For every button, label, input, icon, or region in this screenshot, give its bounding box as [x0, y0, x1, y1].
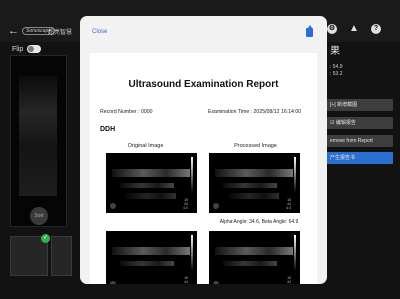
report-document[interactable]: Ultrasound Examination Report Record Num… — [90, 53, 317, 284]
flip-label: Flip — [12, 45, 24, 53]
processed-image: 154464 — [209, 231, 300, 284]
thumbnail-item[interactable]: ✓ — [10, 234, 51, 276]
angle-measurement: Alpha Angle: 34.6, Beta Angle: 64.9 — [219, 219, 299, 225]
result-heading: 果 — [330, 46, 340, 57]
flip-toggle[interactable] — [27, 45, 42, 53]
result-value-beta: : 53.2 — [330, 71, 343, 77]
generate-report-button[interactable]: 产生报告书 — [327, 152, 393, 164]
record-number: Record Number : 0000 — [100, 109, 153, 115]
result-value-alpha: : 54.9 — [330, 64, 343, 70]
settings-icon[interactable]: ⚙ — [327, 24, 337, 34]
processed-image: 15 44 4.0 — [209, 153, 300, 213]
share-icon[interactable] — [306, 25, 313, 37]
report-preview-modal: Close Ultrasound Examination Report Reco… — [80, 16, 327, 284]
warning-icon[interactable]: ▲ — [349, 24, 359, 34]
toolbar-icons: ⚙ ▲ ? — [327, 24, 381, 34]
edit-report-button[interactable]: ☑ 编辑报告 — [327, 117, 393, 129]
ultrasound-live-view — [10, 55, 67, 227]
close-button[interactable]: Close — [92, 29, 107, 35]
check-icon: ✓ — [41, 234, 51, 243]
report-title: Ultrasound Examination Report — [128, 79, 279, 90]
help-icon[interactable]: ? — [371, 24, 381, 34]
original-image: 154464 — [106, 231, 197, 284]
flip-control: Flip — [12, 45, 42, 53]
section-heading: DDH — [100, 126, 116, 133]
thumbnail-strip: ✓ — [10, 234, 72, 276]
original-image: 15 44 4.0 — [106, 153, 197, 213]
processed-image-label: Processed Image — [234, 143, 277, 149]
original-image-label: Original Image — [127, 143, 164, 149]
examination-time: Examination Time : 2025/08/12 16:14:00 — [208, 109, 302, 115]
remove-from-report-button[interactable]: emove from Report — [327, 135, 393, 147]
add-screenshot-button[interactable]: [+] 新增截图 — [327, 99, 393, 111]
thumbnail-item[interactable] — [51, 236, 72, 276]
back-arrow-icon[interactable]: ← — [8, 25, 19, 37]
capture-button[interactable]: Sort — [30, 207, 48, 225]
app-title: 超亮智慧 — [48, 30, 73, 36]
